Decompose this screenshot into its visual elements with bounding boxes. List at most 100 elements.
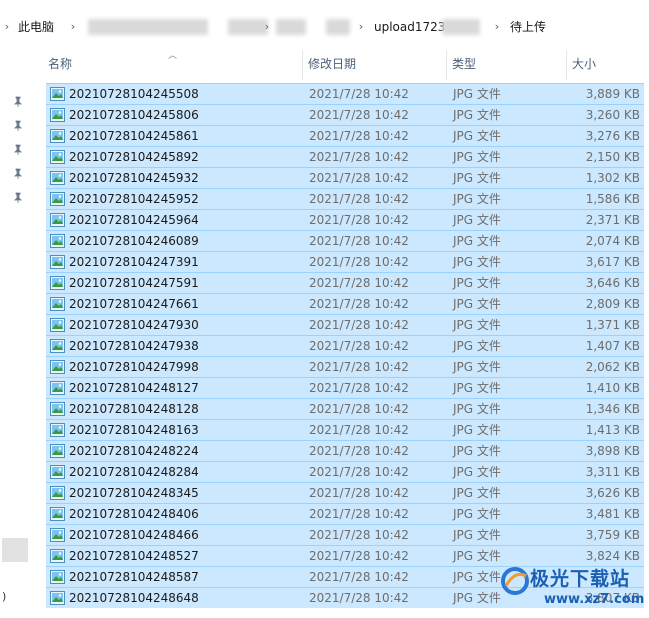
file-type: JPG 文件: [453, 381, 501, 395]
file-type: JPG 文件: [453, 507, 501, 521]
file-modified-date: 2021/7/28 10:42: [309, 318, 409, 332]
file-modified-date: 2021/7/28 10:42: [309, 192, 409, 206]
file-name: 20210728104245861: [69, 129, 199, 143]
file-modified-date: 2021/7/28 10:42: [309, 108, 409, 122]
file-size: 3,311 KB: [585, 465, 640, 479]
file-row[interactable]: 20210728104247391 2021/7/28 10:42 JPG 文件 3,…: [46, 251, 644, 272]
file-name: 20210728104245806: [69, 108, 199, 122]
chevron-right-icon[interactable]: ›: [2, 18, 12, 36]
file-row[interactable]: 20210728104246089 2021/7/28 10:42 JPG 文件 2,…: [46, 230, 644, 251]
file-type: JPG 文件: [453, 276, 501, 290]
file-size: 3,617 KB: [585, 255, 640, 269]
file-modified-date: 2021/7/28 10:42: [309, 528, 409, 542]
chevron-right-icon[interactable]: ›: [356, 18, 366, 36]
file-modified-date: 2021/7/28 10:42: [309, 591, 409, 605]
column-divider[interactable]: [566, 50, 567, 80]
file-row[interactable]: 20210728104248406 2021/7/28 10:42 JPG 文件 3,…: [46, 503, 644, 524]
file-name: 20210728104247938: [69, 339, 199, 353]
file-row[interactable]: 20210728104248466 2021/7/28 10:42 JPG 文件 3,…: [46, 524, 644, 545]
pin-icon[interactable]: [12, 192, 24, 204]
column-type-header[interactable]: 类型: [448, 50, 566, 80]
breadcrumb-this-pc[interactable]: 此电脑: [18, 18, 54, 36]
file-modified-date: 2021/7/28 10:42: [309, 87, 409, 101]
file-row[interactable]: 20210728104245861 2021/7/28 10:42 JPG 文件 3,…: [46, 125, 644, 146]
pin-icon[interactable]: [12, 120, 24, 132]
file-type: JPG 文件: [453, 465, 501, 479]
file-type: JPG 文件: [453, 192, 501, 206]
file-name: 20210728104245964: [69, 213, 199, 227]
jpg-image-icon: [50, 87, 65, 101]
file-row[interactable]: 20210728104245932 2021/7/28 10:42 JPG 文件 1,…: [46, 167, 644, 188]
file-row[interactable]: 20210728104245952 2021/7/28 10:42 JPG 文件 1,…: [46, 188, 644, 209]
jpg-image-icon: [50, 297, 65, 311]
file-name: 20210728104248466: [69, 528, 199, 542]
chevron-right-icon[interactable]: ›: [492, 18, 502, 36]
file-modified-date: 2021/7/28 10:42: [309, 360, 409, 374]
file-row[interactable]: 20210728104247938 2021/7/28 10:42 JPG 文件 1,…: [46, 335, 644, 356]
breadcrumb-pending-upload[interactable]: 待上传: [510, 18, 546, 36]
file-name: 20210728104247391: [69, 255, 199, 269]
file-row[interactable]: 20210728104247661 2021/7/28 10:42 JPG 文件 2,…: [46, 293, 644, 314]
watermark-swirl-icon: [501, 567, 529, 595]
file-row[interactable]: 20210728104247591 2021/7/28 10:42 JPG 文件 3,…: [46, 272, 644, 293]
file-modified-date: 2021/7/28 10:42: [309, 234, 409, 248]
file-row[interactable]: 20210728104248224 2021/7/28 10:42 JPG 文件 3,…: [46, 440, 644, 461]
chevron-right-icon[interactable]: ›: [68, 18, 78, 36]
chevron-right-icon[interactable]: ›: [262, 18, 272, 36]
file-size: 3,276 KB: [585, 129, 640, 143]
file-row[interactable]: 20210728104248127 2021/7/28 10:42 JPG 文件 1,…: [46, 377, 644, 398]
file-name: 20210728104245932: [69, 171, 199, 185]
breadcrumb-upload-folder[interactable]: upload1723: [374, 18, 445, 36]
file-row[interactable]: 20210728104245508 2021/7/28 10:42 JPG 文件 3,…: [46, 83, 644, 104]
jpg-image-icon: [50, 570, 65, 584]
jpg-image-icon: [50, 549, 65, 563]
jpg-image-icon: [50, 360, 65, 374]
file-type: JPG 文件: [453, 234, 501, 248]
file-row[interactable]: 20210728104248163 2021/7/28 10:42 JPG 文件 1,…: [46, 419, 644, 440]
file-row[interactable]: 20210728104247998 2021/7/28 10:42 JPG 文件 2,…: [46, 356, 644, 377]
file-size: 1,410 KB: [585, 381, 640, 395]
jpg-image-icon: [50, 339, 65, 353]
pin-icon[interactable]: [12, 144, 24, 156]
file-size: 3,646 KB: [585, 276, 640, 290]
nav-item-placeholder[interactable]: [2, 538, 28, 562]
column-divider[interactable]: [446, 50, 447, 80]
column-name-header[interactable]: 名称: [44, 50, 302, 80]
jpg-image-icon: [50, 486, 65, 500]
file-name: 20210728104248527: [69, 549, 199, 563]
file-row[interactable]: 20210728104248345 2021/7/28 10:42 JPG 文件 3,…: [46, 482, 644, 503]
file-type: JPG 文件: [453, 150, 501, 164]
file-name: 20210728104248163: [69, 423, 199, 437]
file-size: 2,074 KB: [585, 234, 640, 248]
file-size: 3,260 KB: [585, 108, 640, 122]
jpg-image-icon: [50, 108, 65, 122]
file-type: JPG 文件: [453, 171, 501, 185]
file-name: 20210728104245508: [69, 87, 199, 101]
file-row[interactable]: 20210728104248284 2021/7/28 10:42 JPG 文件 3,…: [46, 461, 644, 482]
jpg-image-icon: [50, 276, 65, 290]
file-size: 3,889 KB: [585, 87, 640, 101]
redacted-path: [276, 19, 306, 35]
file-modified-date: 2021/7/28 10:42: [309, 339, 409, 353]
file-modified-date: 2021/7/28 10:42: [309, 381, 409, 395]
redacted-path: [326, 19, 350, 35]
column-date-header[interactable]: 修改日期: [304, 50, 446, 80]
file-row[interactable]: 20210728104247930 2021/7/28 10:42 JPG 文件 1,…: [46, 314, 644, 335]
file-row[interactable]: 20210728104245892 2021/7/28 10:42 JPG 文件 2,…: [46, 146, 644, 167]
address-bar[interactable]: › 此电脑 › › › upload1723 › 待上传: [0, 0, 649, 50]
file-type: JPG 文件: [453, 360, 501, 374]
file-modified-date: 2021/7/28 10:42: [309, 297, 409, 311]
column-size-header[interactable]: 大小: [568, 50, 649, 80]
file-row[interactable]: 20210728104248128 2021/7/28 10:42 JPG 文件 1,…: [46, 398, 644, 419]
pin-icon[interactable]: [12, 168, 24, 180]
file-type: JPG 文件: [453, 486, 501, 500]
file-modified-date: 2021/7/28 10:42: [309, 507, 409, 521]
file-type: JPG 文件: [453, 444, 501, 458]
column-divider[interactable]: [302, 50, 303, 80]
file-size: 2,150 KB: [585, 150, 640, 164]
file-row[interactable]: 20210728104245806 2021/7/28 10:42 JPG 文件 3,…: [46, 104, 644, 125]
file-name: 20210728104246089: [69, 234, 199, 248]
file-row[interactable]: 20210728104245964 2021/7/28 10:42 JPG 文件 2,…: [46, 209, 644, 230]
file-type: JPG 文件: [453, 549, 501, 563]
pin-icon[interactable]: [12, 96, 24, 108]
